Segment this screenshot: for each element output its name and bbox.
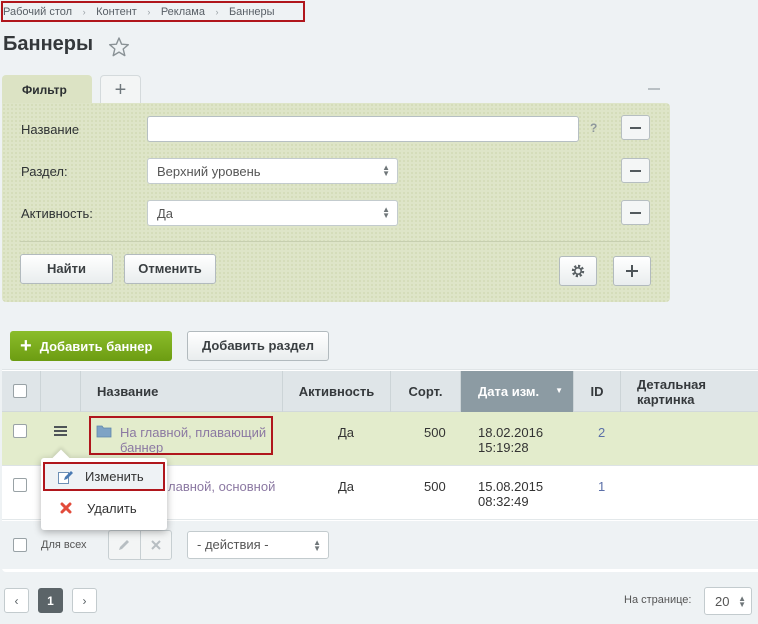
page-title: Баннеры [3, 33, 94, 55]
select-all-checkbox[interactable] [13, 384, 27, 398]
per-page-label: На странице: [624, 594, 692, 606]
breadcrumb-desktop[interactable]: Рабочий стол [3, 6, 72, 18]
row-time: 15:19:28 [478, 440, 529, 455]
add-banner-button[interactable]: + Добавить баннер [10, 331, 172, 361]
menu-item-edit[interactable]: Изменить [43, 462, 165, 491]
breadcrumb: Рабочий стол › Контент › Реклама › Банне… [1, 1, 305, 22]
name-highlight-box [89, 416, 273, 455]
menu-item-delete[interactable]: Удалить [41, 493, 167, 523]
prev-page-button[interactable]: ‹ [4, 588, 29, 613]
per-page-select[interactable]: 20 ▲ ▼ [704, 587, 752, 615]
star-icon[interactable] [108, 36, 130, 58]
column-date-label: Дата изм. [478, 384, 540, 399]
pencil-icon [119, 540, 130, 550]
chevron-right-icon: › [147, 6, 151, 17]
breadcrumb-banners[interactable]: Баннеры [229, 6, 275, 18]
table-header: Название Активность Сорт. Дата изм. ▼ ID… [2, 371, 758, 412]
activity-select[interactable]: Да ▲ ▼ [147, 200, 398, 226]
remove-name-filter-button[interactable] [621, 115, 650, 140]
cancel-filter-button[interactable]: Отменить [124, 254, 216, 284]
tab-filter[interactable]: Фильтр [2, 75, 92, 105]
find-button[interactable]: Найти [20, 254, 113, 284]
menu-item-delete-label: Удалить [87, 500, 137, 516]
row-checkbox[interactable] [13, 478, 27, 492]
column-detail-image[interactable]: Детальная картинка [621, 371, 758, 412]
section-label: Раздел: [21, 164, 68, 179]
edit-selected-button[interactable] [109, 531, 141, 559]
row-context-menu: Изменить Удалить [41, 458, 167, 530]
page-number-button[interactable]: 1 [38, 588, 63, 613]
gear-icon [571, 264, 585, 278]
row-sort: 500 [424, 479, 446, 494]
footer-button-group [108, 530, 172, 560]
row-date: 18.02.2016 [478, 425, 544, 440]
activity-select-value: Да [157, 206, 174, 221]
select-all-footer-checkbox[interactable] [13, 538, 27, 552]
column-id[interactable]: ID [574, 371, 621, 412]
chevron-right-icon: › [82, 6, 86, 17]
add-section-button[interactable]: Добавить раздел [187, 331, 329, 361]
chevron-right-icon: › [82, 593, 87, 608]
select-arrows-icon: ▲ ▼ [738, 594, 746, 609]
chevron-right-icon: › [215, 6, 219, 17]
row-activity: Да [338, 425, 355, 440]
delete-icon [60, 502, 72, 514]
header-actions-cell [41, 371, 81, 412]
row-id[interactable]: 2 [598, 425, 605, 440]
row-menu-icon[interactable] [54, 426, 67, 437]
group-actions-select[interactable]: - действия - ▲ ▼ [187, 531, 329, 559]
edit-icon [58, 470, 73, 484]
menu-item-edit-label: Изменить [85, 469, 144, 484]
add-filter-tab-button[interactable]: + [100, 75, 141, 105]
breadcrumb-ads[interactable]: Реклама [161, 6, 205, 18]
remove-section-filter-button[interactable] [621, 158, 650, 183]
group-actions-value: - действия - [197, 537, 269, 552]
column-activity[interactable]: Активность [283, 371, 391, 412]
section-select[interactable]: Верхний уровень ▲ ▼ [147, 158, 398, 184]
select-arrows-icon: ▲ ▼ [313, 538, 321, 553]
add-banner-label: Добавить баннер [39, 338, 153, 354]
filter-settings-button[interactable] [559, 256, 597, 286]
remove-activity-filter-button[interactable] [621, 200, 650, 225]
select-arrows-icon: ▲ ▼ [382, 163, 390, 178]
breadcrumb-content[interactable]: Контент [96, 6, 137, 18]
row-checkbox[interactable] [13, 424, 27, 438]
plus-icon [626, 265, 638, 277]
help-icon[interactable]: ? [590, 121, 597, 135]
sort-desc-icon: ▼ [555, 386, 563, 395]
column-sort[interactable]: Сорт. [391, 371, 461, 412]
per-page-value: 20 [715, 594, 730, 609]
row-time: 08:32:49 [478, 494, 529, 509]
column-name[interactable]: Название [81, 371, 283, 412]
add-filter-field-button[interactable] [613, 256, 651, 286]
next-page-button[interactable]: › [72, 588, 97, 613]
chevron-left-icon: ‹ [14, 593, 19, 608]
name-label: Название [21, 122, 80, 137]
row-activity: Да [338, 479, 355, 494]
row-id[interactable]: 1 [598, 479, 605, 494]
collapse-filter-icon[interactable] [646, 81, 660, 95]
row-date: 15.08.2015 [478, 479, 544, 494]
select-arrows-icon: ▲ ▼ [382, 205, 390, 220]
for-all-label: Для всех [41, 539, 87, 551]
column-date[interactable]: Дата изм. ▼ [461, 371, 574, 412]
header-checkbox-cell [2, 371, 41, 412]
close-icon [151, 540, 161, 550]
plus-icon: + [20, 335, 32, 357]
name-filter-input[interactable] [147, 116, 579, 142]
filter-divider [20, 241, 650, 242]
row-sort: 500 [424, 425, 446, 440]
row-name-link[interactable]: лавной, основной [168, 479, 275, 494]
activity-label: Активность: [21, 206, 93, 221]
delete-selected-button[interactable] [141, 531, 172, 559]
section-select-value: Верхний уровень [157, 164, 261, 179]
